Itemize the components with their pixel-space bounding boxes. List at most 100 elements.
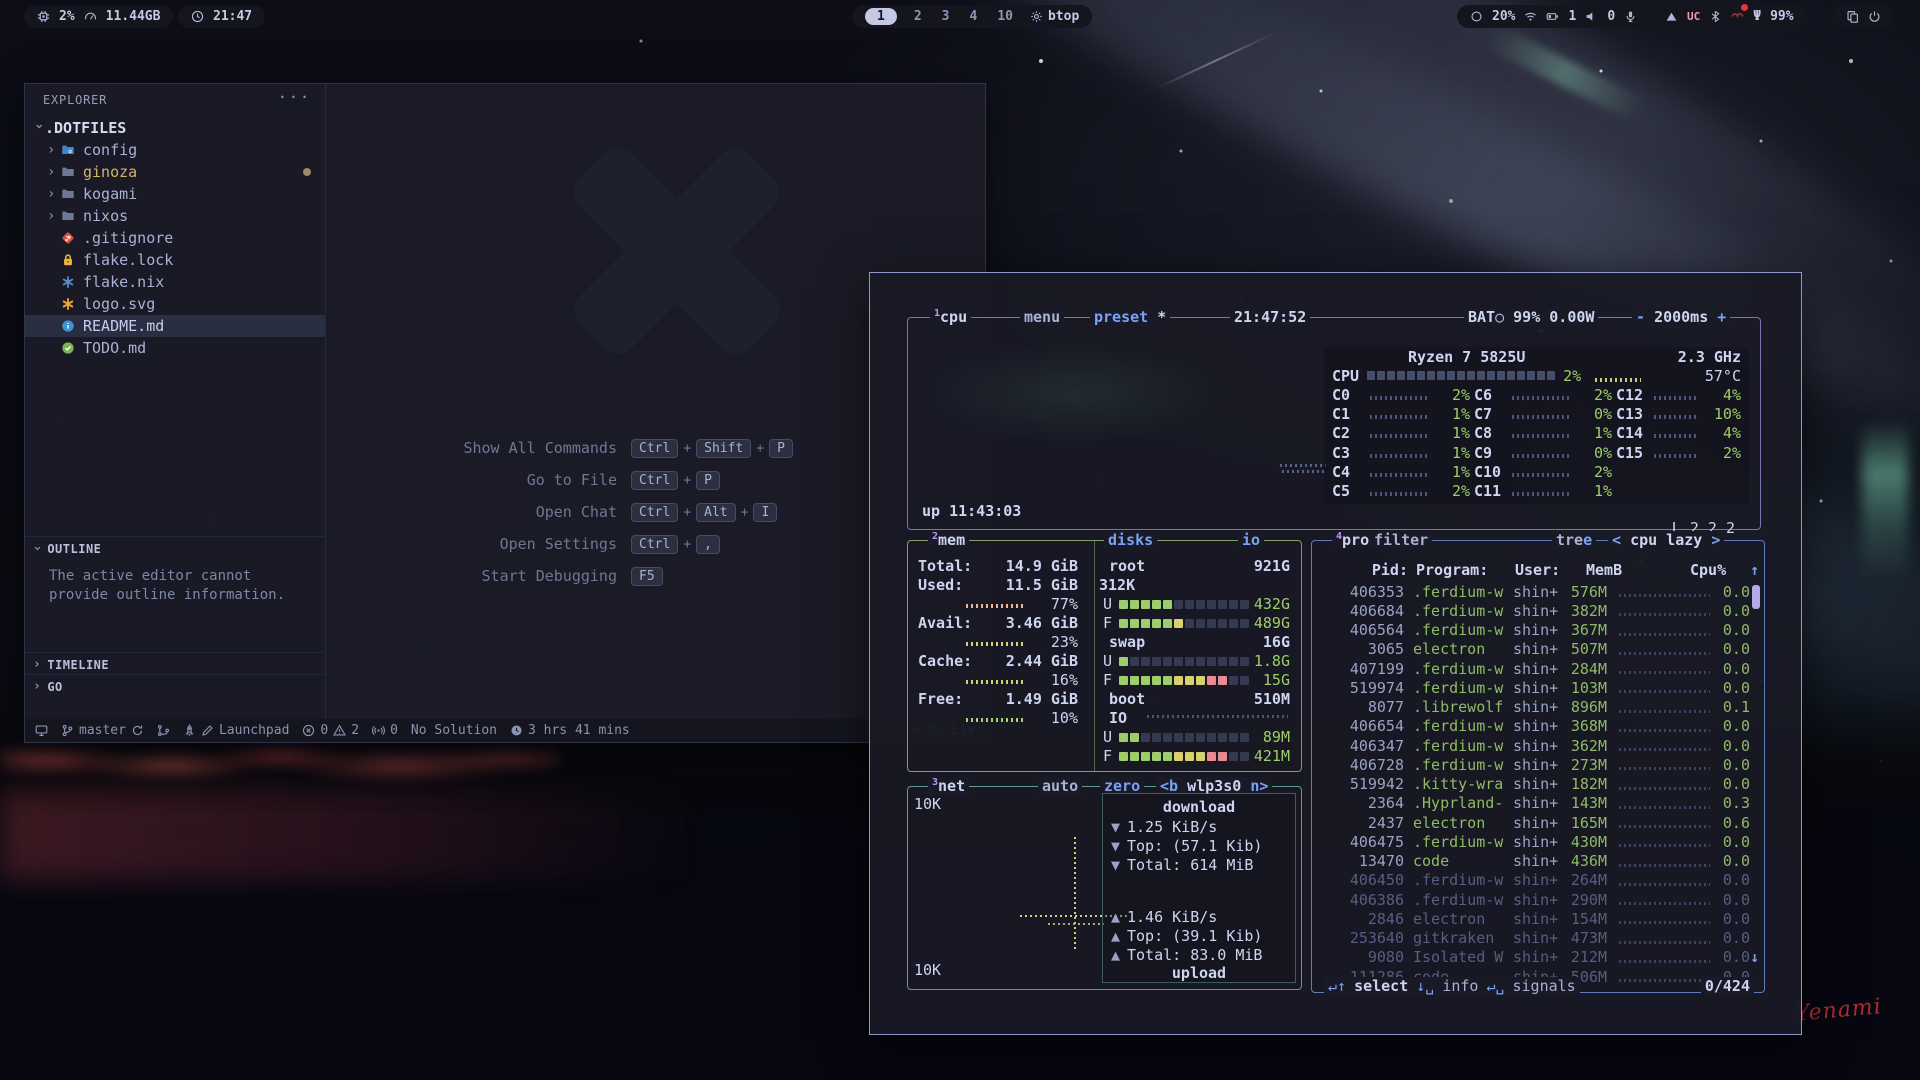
git-graph-button[interactable]	[157, 724, 170, 737]
process-row[interactable]: 406450.ferdium-wshin+264M0.0	[1318, 871, 1750, 890]
process-pid: 407199	[1318, 660, 1404, 678]
cpu-bar-block	[1477, 371, 1485, 380]
scroll-down-arrow[interactable]: ↓	[1750, 948, 1759, 966]
core-percent: 2%	[1576, 463, 1612, 481]
clipboard-icon[interactable]	[1846, 10, 1859, 23]
btop-terminal-window: 1cpu menu preset * 21:47:52 BAT○ 99% 0.0…	[869, 272, 1802, 1035]
process-row[interactable]: 406728.ferdium-wshin+273M0.0	[1318, 755, 1750, 774]
process-row[interactable]: 406347.ferdium-wshin+362M0.0	[1318, 736, 1750, 755]
process-row[interactable]: 519942.kitty-wrashin+182M0.0	[1318, 775, 1750, 794]
user-header[interactable]: User:	[1515, 561, 1560, 579]
explorer-sidebar: EXPLORER ··· ›.DOTFILES›config›ginoza›ko…	[25, 84, 326, 721]
tree-item[interactable]: ›nixos	[25, 205, 325, 227]
process-row[interactable]: 2364.Hyprland-shin+143M0.3	[1318, 794, 1750, 813]
disk-bar-value: 489G	[1254, 614, 1290, 632]
process-row[interactable]: 3065electronshin+507M0.0	[1318, 640, 1750, 659]
outline-section-header[interactable]: › OUTLINE	[25, 536, 325, 556]
cpu-bar-block	[1507, 371, 1515, 380]
core-percent: 1%	[1576, 424, 1612, 442]
preset-button[interactable]: preset *	[1090, 308, 1170, 326]
info-label[interactable]: info	[1442, 977, 1478, 995]
explorer-more-actions-button[interactable]: ···	[278, 88, 311, 106]
program-header[interactable]: Program:	[1416, 561, 1488, 579]
chevron-right-icon: ›	[47, 186, 59, 202]
tree-item[interactable]: ›ginoza	[25, 161, 325, 183]
process-row[interactable]: 406353.ferdium-wshin+576M0.0	[1318, 582, 1750, 601]
proc-tree-toggle[interactable]: tree	[1552, 531, 1596, 549]
workspace-button-4[interactable]: 4	[966, 9, 980, 24]
cpu-bar-block	[1517, 371, 1525, 380]
tree-item[interactable]: README.md	[25, 315, 325, 337]
process-row[interactable]: 13470codeshin+436M0.0	[1318, 852, 1750, 871]
process-row[interactable]: 9080Isolated Wshin+212M0.0	[1318, 948, 1750, 967]
git-branch-button[interactable]: master	[61, 723, 144, 738]
tree-item[interactable]: TODO.md	[25, 337, 325, 359]
remote-indicator-button[interactable]	[35, 724, 48, 737]
proc-scrollbar[interactable]	[1752, 585, 1760, 609]
speaker-icon[interactable]	[1585, 10, 1598, 23]
chevron-right-icon: ›	[47, 142, 59, 158]
process-row[interactable]: 406654.ferdium-wshin+368M0.0	[1318, 717, 1750, 736]
net-auto-toggle[interactable]: auto	[1038, 777, 1082, 795]
power-icon[interactable]	[1868, 10, 1881, 23]
microphone-icon[interactable]	[1624, 10, 1637, 23]
wifi-icon[interactable]	[1524, 10, 1537, 23]
launchpad-button[interactable]: Launchpad	[183, 723, 289, 738]
problems-button[interactable]: 0 2	[302, 723, 359, 738]
app-tray-icon[interactable]	[1731, 8, 1744, 25]
process-row[interactable]: 406684.ferdium-wshin+382M0.0	[1318, 601, 1750, 620]
tree-root[interactable]: ›.DOTFILES	[25, 117, 325, 139]
process-user: shin+	[1513, 891, 1563, 909]
time-tracker-button[interactable]: 3 hrs 41 mins	[510, 723, 630, 738]
proc-filter-button[interactable]: filter	[1370, 531, 1432, 549]
network-tray-icon[interactable]	[1665, 10, 1678, 23]
process-row[interactable]: 253640gitkrakenshin+473M0.0	[1318, 929, 1750, 948]
process-row[interactable]: 8077.librewolfshin+896M0.1	[1318, 698, 1750, 717]
proc-sort-selector[interactable]: < cpu lazy >	[1608, 531, 1724, 549]
menu-button[interactable]: menu	[1020, 308, 1064, 326]
error-icon	[302, 724, 315, 737]
net-box-title[interactable]: 3net	[928, 777, 969, 795]
pid-header[interactable]: Pid:	[1352, 561, 1408, 579]
tree-item[interactable]: .gitignore	[25, 227, 325, 249]
cpu-header[interactable]: Cpu%	[1690, 561, 1726, 579]
process-row[interactable]: 406564.ferdium-wshin+367M0.0	[1318, 621, 1750, 640]
signals-label[interactable]: signals	[1513, 977, 1576, 995]
tree-item[interactable]: flake.lock	[25, 249, 325, 271]
brightness-icon[interactable]	[1470, 10, 1483, 23]
workspace-button-2[interactable]: 2	[911, 9, 925, 24]
timeline-section-header[interactable]: › TIMELINE	[25, 652, 325, 672]
core-percent: 1%	[1434, 444, 1470, 462]
bar-block	[1185, 752, 1194, 761]
process-row[interactable]: 406475.ferdium-wshin+430M0.0	[1318, 832, 1750, 851]
tree-item[interactable]: ›kogami	[25, 183, 325, 205]
process-row[interactable]: 406386.ferdium-wshin+290M0.0	[1318, 890, 1750, 909]
refresh-interval-control[interactable]: - 2000ms +	[1632, 308, 1730, 326]
tree-item[interactable]: flake.nix	[25, 271, 325, 293]
go-section-header[interactable]: › GO	[25, 674, 325, 694]
chevron-right-icon: ›	[33, 679, 41, 694]
cpu-box-title[interactable]: 1cpu	[930, 308, 971, 326]
cpu-usage: 2%	[59, 9, 75, 24]
workspace-button-3[interactable]: 3	[939, 9, 953, 24]
process-row[interactable]: 2846electronshin+154M0.0	[1318, 909, 1750, 928]
uc-app-tray-icon[interactable]: UC	[1687, 10, 1700, 23]
workspace-button-1[interactable]: 1	[865, 8, 897, 25]
process-row[interactable]: 519974.ferdium-wshin+103M0.0	[1318, 678, 1750, 697]
scroll-up-arrow[interactable]: ↑	[1750, 561, 1759, 579]
select-label[interactable]: select	[1354, 977, 1408, 995]
workspace-button-10[interactable]: 10	[994, 9, 1016, 24]
tree-item[interactable]: logo.svg	[25, 293, 325, 315]
ports-button[interactable]: 0	[372, 723, 398, 738]
bluetooth-icon[interactable]	[1709, 10, 1722, 23]
process-row[interactable]: 407199.ferdium-wshin+284M0.0	[1318, 659, 1750, 678]
tree-item[interactable]: ›config	[25, 139, 325, 161]
memb-header[interactable]: MemB	[1586, 561, 1622, 579]
mem-box-title[interactable]: 2mem	[928, 531, 969, 549]
process-row[interactable]: 2437electronshin+165M0.6	[1318, 813, 1750, 832]
net-box: 3net auto zero <b wlp3s0 n> 10K 10K down…	[907, 786, 1302, 990]
direction-arrow-icon: ▲	[1111, 908, 1127, 926]
bar-block	[1163, 676, 1172, 685]
process-user: shin+	[1513, 929, 1563, 947]
solution-status[interactable]: No Solution	[411, 723, 497, 738]
